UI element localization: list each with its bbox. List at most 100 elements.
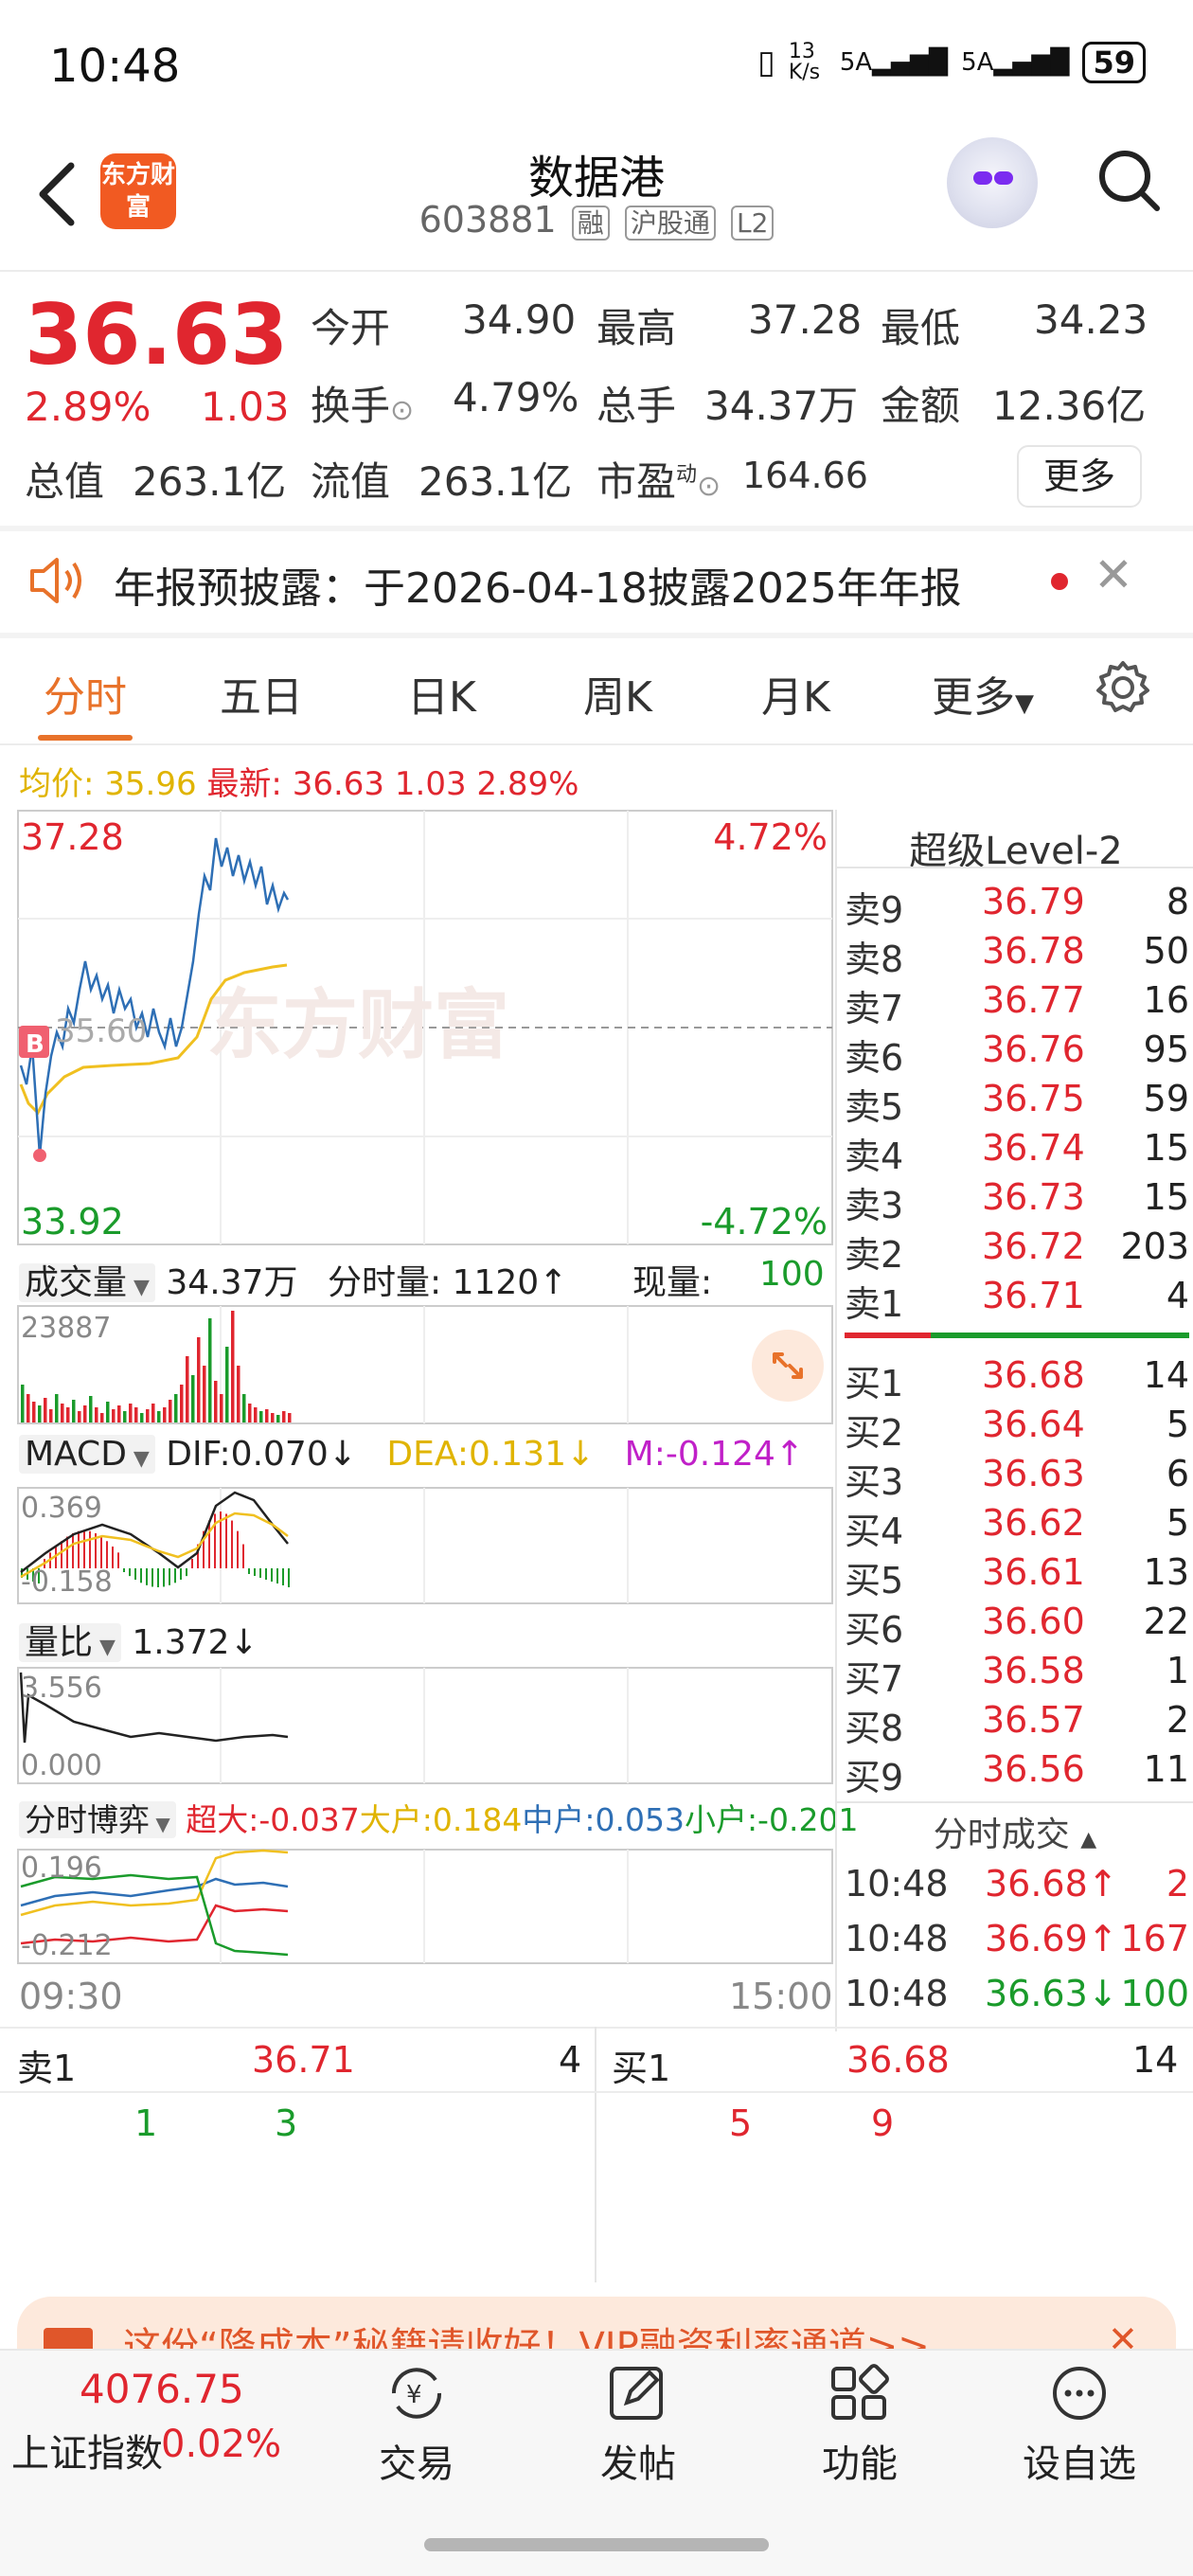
price-chart[interactable]: 东方财富 B 37.28 33.92 4.72% -4.72% 35.60 bbox=[17, 810, 833, 1245]
macd-bar bbox=[129, 1568, 131, 1577]
ask-level-label: 卖1 bbox=[845, 1283, 904, 1325]
macd-bar bbox=[208, 1520, 210, 1568]
nav-trade[interactable]: ¥ 交易 bbox=[341, 2363, 492, 2488]
float-label: 流值 bbox=[311, 458, 391, 505]
volume-bar bbox=[276, 1415, 280, 1422]
close-icon[interactable]: ✕ bbox=[1094, 547, 1133, 602]
ask-level-label: 卖2 bbox=[845, 1234, 904, 1276]
volume-bar bbox=[220, 1394, 223, 1422]
game-chart[interactable]: 0.196 -0.212 bbox=[17, 1849, 833, 1964]
volume-label: 总手 bbox=[596, 383, 677, 429]
pe-label[interactable]: 市盈动⊙ bbox=[596, 450, 721, 508]
bottom-pct-label: -4.72% bbox=[701, 1201, 828, 1243]
volume-bar bbox=[151, 1404, 155, 1422]
bid-row[interactable]: 买7 36.58 1 bbox=[845, 1650, 1189, 1700]
bid-row[interactable]: 买1 36.68 14 bbox=[845, 1354, 1189, 1404]
bid-row[interactable]: 买6 36.60 22 bbox=[845, 1601, 1189, 1651]
ticks-header[interactable]: 分时成交 ▲ bbox=[837, 1807, 1193, 1856]
ask-row[interactable]: 卖8 36.78 50 bbox=[845, 930, 1189, 980]
ask-price: 36.71 bbox=[982, 1275, 1085, 1316]
expand-button[interactable] bbox=[752, 1330, 824, 1402]
bid-row[interactable]: 买3 36.63 6 bbox=[845, 1453, 1189, 1503]
bid-row[interactable]: 买4 36.62 5 bbox=[845, 1502, 1189, 1552]
bid-row[interactable]: 买2 36.64 5 bbox=[845, 1404, 1189, 1454]
bid-volume: 6 bbox=[1166, 1453, 1189, 1494]
macd-chart[interactable]: 0.369 -0.158 bbox=[17, 1487, 833, 1604]
bid-volume: 13 bbox=[1143, 1551, 1189, 1593]
bid-price: 36.56 bbox=[982, 1748, 1085, 1790]
ask-row[interactable]: 卖6 36.76 95 bbox=[845, 1029, 1189, 1079]
volume-header: 成交量 ▼ 34.37万 bbox=[19, 1255, 297, 1304]
ratio-header: 量比 ▼ 1.372↓ bbox=[19, 1615, 258, 1664]
chart-info-line: 均价: 35.96 最新: 36.63 1.03 2.89% bbox=[19, 758, 579, 804]
ratio-chart[interactable]: 3.556 0.000 bbox=[17, 1667, 833, 1784]
tick-volume: 2 bbox=[1166, 1863, 1189, 1905]
tab-more[interactable]: 更多▼ bbox=[932, 663, 1034, 724]
signal-label-1: 5A bbox=[839, 48, 873, 77]
volume-bar bbox=[21, 1385, 25, 1422]
home-indicator[interactable] bbox=[424, 2538, 769, 2551]
macd-dropdown[interactable]: MACD ▼ bbox=[19, 1435, 155, 1474]
tab-day-k[interactable]: 日K bbox=[407, 663, 476, 724]
macd-bar bbox=[271, 1568, 273, 1582]
volume-bar bbox=[123, 1411, 127, 1422]
index-pct: 0.02% bbox=[161, 2423, 282, 2466]
ask-row[interactable]: 卖1 36.71 4 bbox=[845, 1275, 1189, 1325]
volume-bar bbox=[242, 1394, 246, 1422]
search-icon[interactable] bbox=[1096, 142, 1163, 218]
volume-bar bbox=[106, 1402, 110, 1422]
macd-bar bbox=[123, 1568, 125, 1572]
tab-month-k[interactable]: 月K bbox=[761, 663, 830, 724]
ask-row[interactable]: 卖7 36.77 16 bbox=[845, 979, 1189, 1029]
nav-post[interactable]: 发帖 bbox=[562, 2363, 714, 2488]
ticks-label: 分时成交 bbox=[933, 1816, 1070, 1854]
bid-row[interactable]: 买9 36.56 11 bbox=[845, 1748, 1189, 1798]
latest-label: 最新: bbox=[206, 765, 282, 803]
ask-row[interactable]: 卖5 36.75 59 bbox=[845, 1078, 1189, 1128]
notice-text[interactable]: 年报预披露：于2026-04-18披露2025年年报 bbox=[114, 554, 962, 615]
index-value[interactable]: 4076.75 bbox=[80, 2366, 244, 2412]
assistant-robot-icon[interactable] bbox=[947, 137, 1038, 228]
queue-sell-vol: 4 bbox=[559, 2039, 582, 2081]
ratio-dropdown[interactable]: 量比 ▼ bbox=[19, 1623, 121, 1662]
ask-row[interactable]: 卖9 36.79 8 bbox=[845, 881, 1189, 931]
bid-row[interactable]: 买8 36.57 2 bbox=[845, 1699, 1189, 1749]
macd-bar bbox=[83, 1530, 85, 1568]
nav-functions[interactable]: 功能 bbox=[784, 2363, 935, 2488]
queue-sell-num: 1 bbox=[134, 2102, 158, 2144]
b-marker-text: B bbox=[26, 1030, 45, 1059]
volume-bar bbox=[259, 1411, 263, 1422]
speaker-icon bbox=[30, 558, 81, 603]
ask-row[interactable]: 卖3 36.73 15 bbox=[845, 1176, 1189, 1226]
tab-week-k[interactable]: 周K bbox=[583, 663, 652, 724]
ask-row[interactable]: 卖4 36.74 15 bbox=[845, 1127, 1189, 1177]
ask-row[interactable]: 卖2 36.72 203 bbox=[845, 1225, 1189, 1276]
bid-row[interactable]: 买5 36.61 13 bbox=[845, 1551, 1189, 1601]
ask-level-label: 卖3 bbox=[845, 1185, 904, 1226]
settings-gear-icon[interactable] bbox=[1095, 659, 1151, 716]
tab-intraday[interactable]: 分时 bbox=[44, 663, 127, 724]
pe-value: 164.66 bbox=[742, 455, 868, 496]
nav-add-watchlist[interactable]: 设自选 bbox=[1004, 2363, 1155, 2488]
amount-label: 金额 bbox=[881, 383, 961, 429]
macd-bar bbox=[61, 1541, 62, 1568]
macd-m: M:-0.124↑ bbox=[624, 1435, 805, 1474]
index-name[interactable]: 上证指数 bbox=[11, 2423, 163, 2478]
turnover-label[interactable]: 换手⊙ bbox=[311, 374, 414, 432]
queue-sell-label: 卖1 bbox=[17, 2048, 77, 2089]
bid-volume: 5 bbox=[1166, 1502, 1189, 1544]
game-dropdown[interactable]: 分时博弈 ▼ bbox=[19, 1801, 176, 1838]
macd-bar bbox=[265, 1568, 267, 1580]
volume-bar bbox=[83, 1405, 87, 1422]
volume-chart[interactable]: 23887 bbox=[17, 1305, 833, 1424]
volume-dropdown[interactable]: 成交量 ▼ bbox=[19, 1263, 155, 1302]
macd-label: MACD bbox=[25, 1435, 127, 1474]
macd-bar bbox=[282, 1568, 284, 1585]
macd-bar bbox=[151, 1568, 153, 1587]
volume-bar bbox=[288, 1413, 292, 1422]
mktcap-label: 总值 bbox=[25, 458, 105, 505]
more-button[interactable]: 更多 bbox=[1017, 445, 1142, 508]
volume-bar bbox=[55, 1394, 59, 1422]
bid-level-label: 买7 bbox=[845, 1658, 904, 1700]
tab-five-day[interactable]: 五日 bbox=[220, 663, 303, 724]
